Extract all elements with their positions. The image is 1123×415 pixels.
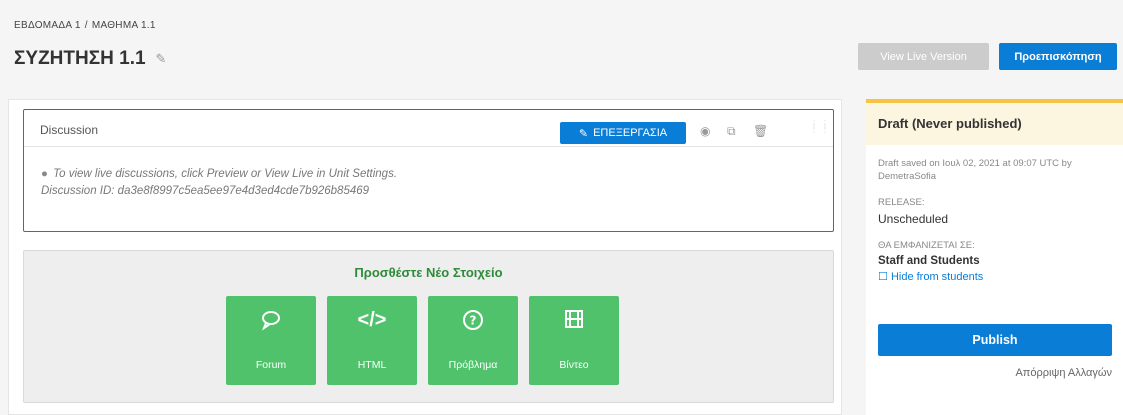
add-new-title: Προσθέστε Νέο Στοιχείο	[354, 265, 503, 280]
discussion-component: Discussion ✎ ΕΠΕΞΕΡΓΑΣΙΑ ◉ ⧉ 🗑 ⋮⋮ ⋮⋮ ● To…	[23, 109, 834, 232]
eye-icon[interactable]: ◉	[700, 124, 710, 138]
breadcrumb-week[interactable]: ΕΒΔΟΜΑΔΑ 1	[14, 20, 81, 31]
drag-handle-icon[interactable]: ⋮⋮ ⋮⋮	[809, 120, 831, 135]
add-video-label: Βίντεο	[559, 359, 589, 371]
pencil-icon[interactable]: ✎	[156, 51, 167, 67]
hide-from-students-label[interactable]: Hide from students	[891, 271, 983, 283]
component-body: ● To view live discussions, click Previe…	[24, 147, 833, 200]
duplicate-icon[interactable]: ⧉	[727, 124, 736, 139]
component-title: Discussion	[40, 123, 99, 137]
add-forum-label: Forum	[255, 359, 287, 371]
question-circle-icon: ?	[428, 309, 518, 337]
component-header: Discussion ✎ ΕΠΕΞΕΡΓΑΣΙΑ ◉ ⧉ 🗑 ⋮⋮ ⋮⋮	[24, 110, 833, 147]
breadcrumb-separator: /	[84, 20, 88, 31]
add-forum-button[interactable]: Forum	[226, 296, 316, 385]
code-icon: </>	[357, 309, 387, 331]
film-icon	[529, 309, 619, 335]
edit-button[interactable]: ✎ ΕΠΕΞΕΡΓΑΣΙΑ	[560, 122, 686, 144]
add-problem-button[interactable]: ? Πρόβλημα	[428, 296, 518, 385]
pencil-icon: ✎	[578, 127, 589, 140]
breadcrumb-lesson[interactable]: ΜΑΘΗΜΑ 1.1	[92, 20, 156, 31]
hide-from-students-toggle[interactable]: ☐ Hide from students	[878, 270, 1123, 283]
add-video-button[interactable]: Βίντεο	[529, 296, 619, 385]
breadcrumb: ΕΒΔΟΜΑΔΑ 1/ ΜΑΘΗΜΑ 1.1	[14, 20, 156, 31]
discussion-id: Discussion ID: da3e8f8997c5ea5ee97e4d3ed…	[41, 185, 370, 197]
edit-label: ΕΠΕΞΕΡΓΑΣΙΑ	[593, 127, 668, 139]
page-title: ΣΥΖΗΤΗΣΗ 1.1 ✎	[14, 48, 166, 70]
page-title-text: ΣΥΖΗΤΗΣΗ 1.1	[14, 48, 146, 69]
publish-button[interactable]: Publish	[878, 324, 1112, 356]
publish-sidebar: Draft (Never published) Draft saved on Ι…	[866, 99, 1123, 415]
add-html-label: HTML	[357, 359, 387, 371]
release-value: Unscheduled	[878, 212, 949, 226]
draft-info: Draft saved on Ιουλ 02, 2021 at 09:07 UT…	[878, 158, 1072, 182]
speech-bubble-icon	[226, 309, 316, 337]
release-label: RELEASE:	[878, 197, 925, 208]
checkbox-icon[interactable]: ☐	[878, 271, 888, 283]
status-details: Draft saved on Ιουλ 02, 2021 at 09:07 UT…	[866, 145, 1123, 283]
status-title: Draft (Never published)	[866, 99, 1123, 145]
svg-text:?: ?	[470, 314, 477, 328]
view-live-button[interactable]: View Live Version	[858, 43, 989, 70]
discussion-info: To view live discussions, click Preview …	[53, 168, 398, 180]
add-new-component-panel: Προσθέστε Νέο Στοιχείο Forum </> HTML ? …	[23, 250, 834, 403]
unit-content: Discussion ✎ ΕΠΕΞΕΡΓΑΣΙΑ ◉ ⧉ 🗑 ⋮⋮ ⋮⋮ ● To…	[8, 99, 842, 415]
add-problem-label: Πρόβλημα	[448, 359, 498, 371]
speech-bubble-icon: ●	[41, 168, 48, 180]
discard-changes-link[interactable]: Απόρριψη Αλλαγών	[1015, 367, 1112, 379]
add-html-button[interactable]: </> HTML	[327, 296, 417, 385]
preview-button[interactable]: Προεπισκόπηση	[999, 43, 1117, 70]
trash-icon[interactable]: 🗑	[753, 124, 768, 138]
visibility-label: ΘΑ ΕΜΦΑΝΙΖΕΤΑΙ ΣΕ:	[878, 240, 975, 251]
visibility-value: Staff and Students	[878, 255, 980, 267]
